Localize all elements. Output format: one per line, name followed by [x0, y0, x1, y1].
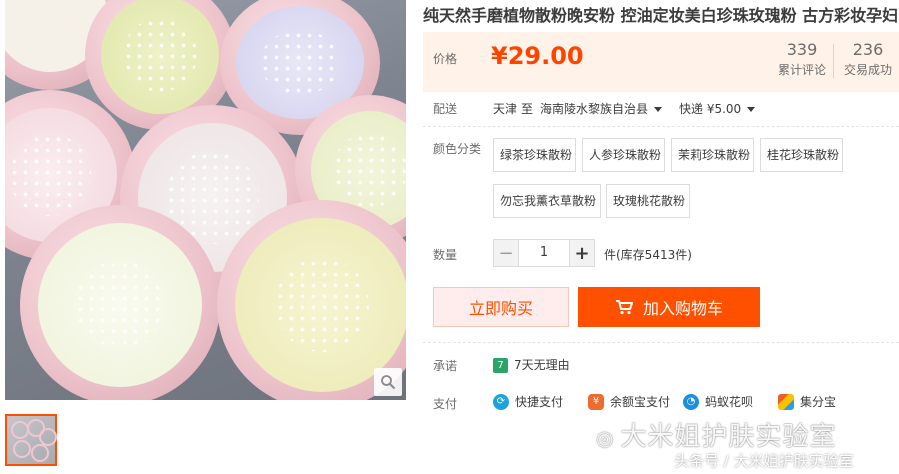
color-option[interactable]: 茉莉珍珠散粉 [671, 138, 754, 172]
payment-method-label: 快捷支付 [515, 395, 564, 409]
shipping-to-word: 至 [521, 102, 534, 116]
promise-text: 7天无理由 [514, 358, 570, 372]
stat-divider [833, 44, 834, 78]
destination-select[interactable]: 海南陵水黎族自治县 [540, 100, 663, 117]
buy-now-button[interactable]: 立即购买 [433, 287, 569, 327]
jifenbao-icon [778, 393, 794, 410]
add-to-cart-label: 加入购物车 [642, 299, 723, 318]
add-to-cart-button[interactable]: 加入购物车 [578, 287, 760, 327]
quick-pay-icon: ⟳ [493, 393, 509, 410]
payment-method: ⟳ 快捷支付 [493, 393, 563, 410]
payment-method: ¥ 余额宝支付 [588, 393, 670, 410]
color-option[interactable]: 玫瑰桃花散粉 [606, 184, 690, 218]
quantity-label: 数量 [433, 248, 458, 262]
color-label: 颜色分类 [433, 142, 482, 156]
sales-label: 交易成功 [843, 63, 892, 77]
stock-text: 件(库存5413件) [604, 248, 692, 262]
chevron-down-icon [747, 107, 756, 112]
promise-label: 承诺 [433, 359, 458, 373]
payment-method: 集分宝 [778, 393, 836, 410]
price-panel: 价格 ¥29.00 339 累计评论 236 交易成功 [423, 32, 899, 92]
quantity-increase-button[interactable]: + [569, 239, 595, 267]
color-option[interactable]: 勿忘我薰衣草散粉 [493, 184, 601, 218]
payment-method: ◔ 蚂蚁花呗 [683, 393, 753, 410]
huabei-icon: ◔ [683, 393, 699, 410]
shipping-method-select[interactable]: 快递 ¥5.00 [679, 100, 756, 117]
reviews-count: 339 [786, 40, 818, 59]
price-label: 价格 [433, 52, 458, 66]
buy-now-label: 立即购买 [468, 299, 533, 318]
product-title: 纯天然手磨植物散粉晚安粉 控油定妆美白珍珠玫瑰粉 古方彩妆孕妇 [423, 6, 899, 25]
reviews-label: 累计评论 [777, 63, 826, 77]
quantity-stepper: − 1 + [493, 239, 595, 267]
payment-label: 支付 [433, 397, 458, 411]
cart-icon [615, 299, 633, 315]
chevron-down-icon [654, 107, 663, 112]
color-option[interactable]: 桂花珍珠散粉 [760, 138, 843, 172]
price-value: ¥29.00 [491, 42, 584, 70]
divider [423, 342, 899, 344]
payment-method-label: 集分宝 [800, 395, 837, 409]
wechat-icon: ◎ [596, 426, 615, 450]
seven-day-return-icon: 7 [493, 358, 508, 373]
sales-stat: 236 交易成功 [839, 40, 897, 78]
shipping-from: 天津 [493, 102, 518, 116]
watermark-subtitle: 头条号 / 大米姐护肤实验室 [674, 452, 854, 470]
product-main-image [5, 0, 406, 400]
divider [423, 126, 899, 128]
payment-method-label: 余额宝支付 [610, 395, 671, 409]
image-thumbnail[interactable] [5, 414, 57, 466]
yuebao-icon: ¥ [588, 393, 604, 410]
shipping-label: 配送 [433, 102, 458, 116]
sales-count: 236 [852, 40, 884, 59]
quantity-decrease-button[interactable]: − [493, 239, 519, 267]
reviews-stat[interactable]: 339 累计评论 [773, 40, 831, 78]
destination-text: 海南陵水黎族自治县 [540, 102, 649, 116]
payment-method-label: 蚂蚁花呗 [705, 395, 754, 409]
promise-item[interactable]: 7 7天无理由 [493, 356, 570, 373]
zoom-icon[interactable] [374, 368, 402, 396]
watermark-title-text: 大米姐护肤实验室 [620, 422, 837, 452]
shipping-method-text: 快递 ¥5.00 [679, 102, 742, 116]
color-option[interactable]: 绿茶珍珠散粉 [493, 138, 576, 172]
color-option[interactable]: 人参珍珠散粉 [582, 138, 665, 172]
quantity-input[interactable]: 1 [519, 239, 569, 267]
watermark-title: ◎ 大米姐护肤实验室 [596, 416, 836, 453]
